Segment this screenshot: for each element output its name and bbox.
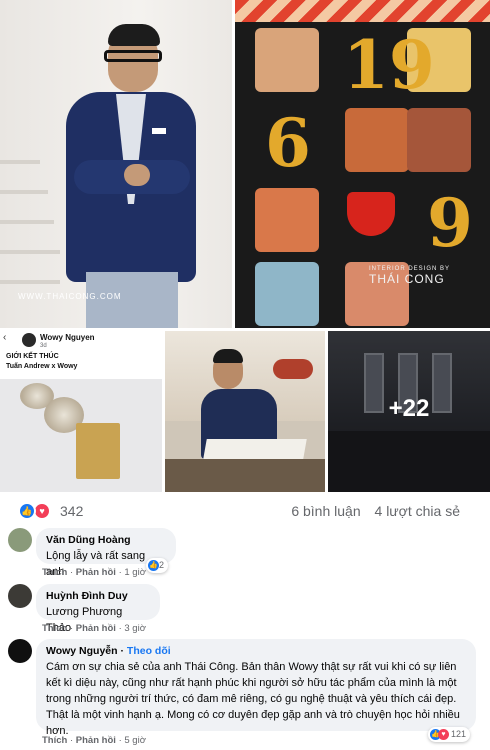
comment-actions: Thích Phản hồi 3 giờ (42, 623, 146, 634)
photo-man-portrait[interactable]: WWW.THAICONG.COM (0, 0, 232, 328)
avatar (22, 333, 36, 347)
more-photos-count[interactable]: +22 (328, 395, 490, 423)
poster-credit-big: THÁI CONG (369, 272, 445, 286)
man-hair (108, 24, 160, 46)
poster-digit: 9 (427, 184, 473, 262)
photo-man-reading[interactable] (165, 331, 325, 492)
comment-bubble: Wowy Nguyễn · Theo dõi Cám ơn sự chia sẻ… (36, 639, 476, 737)
comment-reaction-badge[interactable]: 👍 ♥ 121 (428, 727, 471, 742)
comment-reaction-badge[interactable]: 👍2 (146, 558, 169, 573)
like-icon: 👍 (148, 560, 159, 572)
fb-crop-title: GIỚI KẾT THÚC (6, 353, 59, 360)
poster-tile (255, 188, 319, 252)
open-book (203, 439, 307, 459)
comment-bubble: Huỳnh Đình Duy Lương Phương Thảo (36, 584, 160, 634)
like-link[interactable]: Thích (42, 623, 67, 634)
back-arrow-icon: ‹ (3, 332, 7, 343)
fb-crop-author: Wowy Nguyen (40, 333, 95, 342)
commenter-name[interactable]: Huỳnh Đình Duy (46, 590, 150, 602)
photo-grid: WWW.THAICONG.COM 19 6 9 INTERIOR DESIGN … (0, 0, 490, 492)
poster-digit: 6 (265, 104, 311, 182)
fb-crop-header: ‹ Wowy Nguyen 3d GIỚI KẾT THÚC Tuấn Andr… (0, 331, 162, 379)
poster-tile (345, 108, 409, 172)
heart-icon (347, 192, 395, 236)
poster-zigzag-border (235, 0, 490, 22)
fb-crop-time: 3d (40, 343, 47, 349)
photo-fb-screenshot[interactable]: ‹ Wowy Nguyen 3d GIỚI KẾT THÚC Tuấn Andr… (0, 331, 162, 492)
comment-reaction-count: 2 (159, 560, 165, 570)
comment-time: 3 giờ (119, 623, 146, 634)
poster-tile (255, 262, 319, 326)
like-link[interactable]: Thích (42, 735, 67, 746)
staircase (0, 150, 60, 328)
comment-count[interactable]: 6 bình luận (291, 503, 360, 519)
fb-crop-subtitle: Tuấn Andrew x Wowy (6, 363, 78, 370)
avatar[interactable] (8, 528, 32, 552)
comment-text: Cám ơn sự chia sẻ của anh Thái Công. Bản… (46, 661, 460, 737)
pocket-square (152, 128, 166, 134)
man-hand (124, 164, 150, 186)
love-icon: ♥ (438, 729, 449, 741)
post-stats: 6 bình luận 4 lượt chia sẻ (291, 503, 460, 519)
poster-digit: 19 (343, 26, 435, 104)
avatar[interactable] (8, 639, 32, 663)
flowers (273, 359, 313, 379)
photo-1969-poster[interactable]: 19 6 9 INTERIOR DESIGN BY THÁI CONG (235, 0, 490, 328)
commenter-name[interactable]: Văn Dũng Hoàng (46, 534, 166, 546)
gold-panel (76, 423, 120, 479)
comment-reaction-count: 121 (451, 729, 467, 739)
poster-credit: INTERIOR DESIGN BY THÁI CONG (369, 266, 450, 286)
reply-link[interactable]: Phản hồi (70, 567, 116, 578)
commenter-header: Wowy Nguyễn · Theo dõi (46, 645, 171, 657)
reply-link[interactable]: Phản hồi (70, 735, 116, 746)
comment-time: 5 giờ (119, 735, 146, 746)
commenter-name[interactable]: Wowy Nguyễn (46, 645, 118, 657)
comment-actions: Thích Phản hồi 1 giờ (42, 567, 146, 578)
glasses (104, 50, 162, 62)
poster-tile (407, 108, 471, 172)
poster-tile (255, 28, 319, 92)
reaction-count[interactable]: 342 (60, 503, 83, 519)
photo-more[interactable]: +22 (328, 331, 490, 492)
like-reaction-icon[interactable]: 👍 (18, 502, 36, 520)
photo-watermark: WWW.THAICONG.COM (18, 292, 122, 301)
avatar[interactable] (8, 584, 32, 608)
follow-link[interactable]: Theo dõi (127, 645, 171, 657)
like-link[interactable]: Thích (42, 567, 67, 578)
share-count[interactable]: 4 lượt chia sẻ (375, 503, 460, 519)
table (165, 459, 325, 492)
man-hair (213, 349, 243, 363)
reaction-bar: ♥ 👍 342 6 bình luận 4 lượt chia sẻ (0, 496, 490, 526)
reply-link[interactable]: Phản hồi (70, 623, 116, 634)
comment-time: 1 giờ (119, 567, 146, 578)
comment-actions: Thích Phản hồi 5 giờ (42, 735, 146, 746)
